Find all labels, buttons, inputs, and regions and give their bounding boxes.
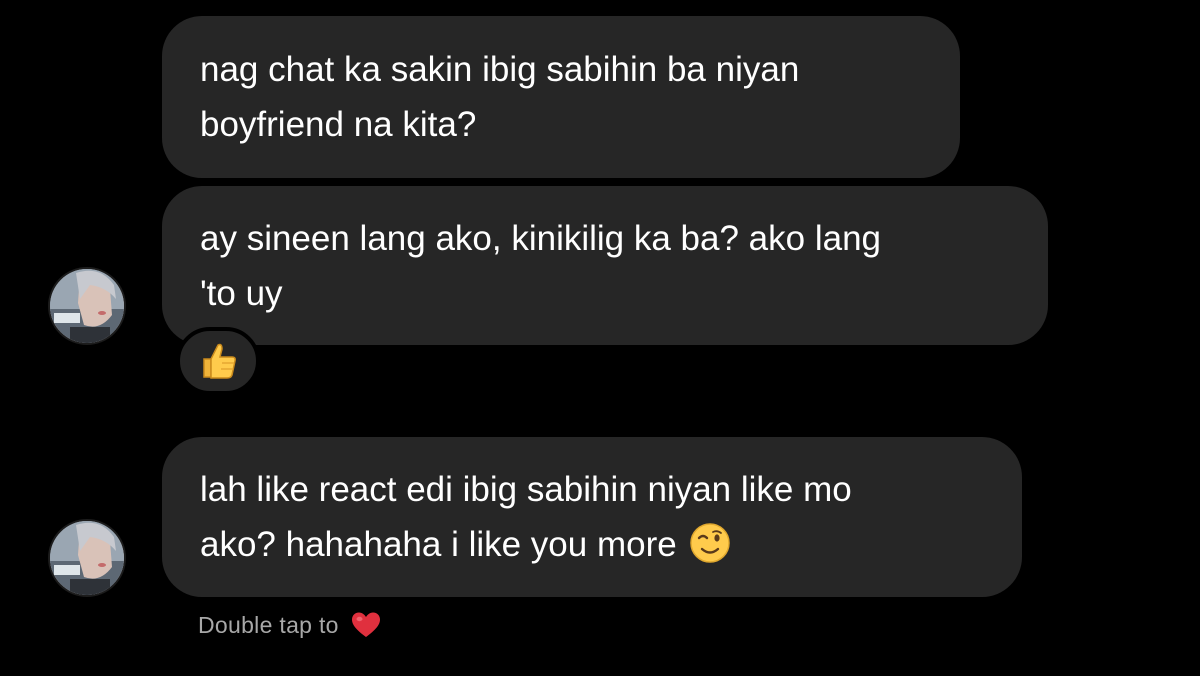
sender-avatar[interactable] xyxy=(48,267,126,345)
message-text: ay sineen lang ako, kinikilig ka ba? ako… xyxy=(200,211,881,321)
message-text: lah like react edi ibig sabihin niyan li… xyxy=(200,462,852,572)
message-bubble[interactable]: ay sineen lang ako, kinikilig ka ba? ako… xyxy=(162,186,1048,345)
message-line: 'to uy xyxy=(200,273,283,313)
message-line: lah like react edi ibig sabihin niyan li… xyxy=(200,470,852,509)
message-line-text: ako? hahahaha i like you more xyxy=(200,525,677,564)
hint-text: Double tap to xyxy=(198,611,339,638)
message-bubble[interactable]: lah like react edi ibig sabihin niyan li… xyxy=(162,437,1022,597)
sender-avatar[interactable] xyxy=(48,519,126,597)
message-line: ako? hahahaha i like you more xyxy=(200,517,852,572)
avatar-photo xyxy=(50,269,124,343)
winking-face-icon xyxy=(689,523,730,563)
thumbs-up-icon xyxy=(203,343,236,379)
message-line: boyfriend na kita? xyxy=(200,105,477,144)
message-bubble[interactable]: nag chat ka sakin ibig sabihin ba niyan … xyxy=(162,16,960,178)
message-line: ay sineen lang ako, kinikilig ka ba? ako… xyxy=(200,218,881,258)
avatar-photo xyxy=(50,521,124,595)
red-heart-icon xyxy=(351,612,380,637)
double-tap-hint: Double tap to xyxy=(198,611,381,639)
message-line: nag chat ka sakin ibig sabihin ba niyan xyxy=(200,50,800,89)
message-text: nag chat ka sakin ibig sabihin ba niyan … xyxy=(200,42,799,152)
message-reaction[interactable] xyxy=(176,327,260,395)
